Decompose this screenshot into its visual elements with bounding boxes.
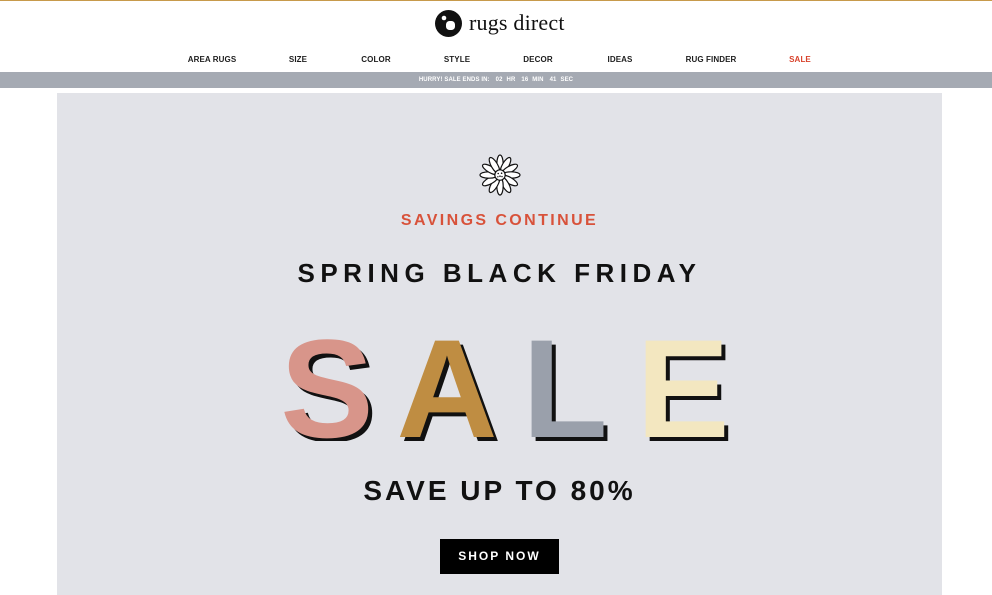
brand-logo-link[interactable]: rugs direct <box>435 10 565 37</box>
sale-letter-l: L <box>522 321 608 441</box>
site-header: rugs direct AREA RUGS SIZE COLOR STYLE D… <box>0 1 992 72</box>
sale-wordmark: S S A A L L E E <box>280 321 733 441</box>
nav-item-sale[interactable]: SALE <box>789 54 811 66</box>
nav-item-area-rugs[interactable]: AREA RUGS <box>188 54 237 66</box>
countdown-seconds: 41 <box>549 77 557 83</box>
nav-item-color[interactable]: COLOR <box>361 54 390 66</box>
shop-now-button[interactable]: SHOP NOW <box>440 539 559 574</box>
countdown-seconds-unit: SEC <box>560 77 574 83</box>
sale-letter-e: E <box>636 321 729 441</box>
nav-item-style[interactable]: STYLE <box>444 54 470 66</box>
hero-headline: SPRING BLACK FRIDAY <box>297 258 702 288</box>
nav-item-size[interactable]: SIZE <box>289 54 307 66</box>
sale-letter-s: S <box>280 321 373 441</box>
hero-banner[interactable]: SAVINGS CONTINUE SPRING BLACK FRIDAY S S… <box>57 93 942 595</box>
sale-letter-a: A <box>396 321 497 441</box>
hero-eyebrow: SAVINGS CONTINUE <box>400 212 599 229</box>
rugs-direct-logo-icon <box>435 10 462 37</box>
brand-name: rugs direct <box>469 10 565 35</box>
sale-countdown-bar: HURRY! SALE ENDS IN: 02 HR 16 MIN 41 SEC <box>0 72 992 88</box>
countdown-minutes-unit: MIN <box>532 77 544 83</box>
nav-item-rug-finder[interactable]: RUG FINDER <box>686 54 737 66</box>
nav-item-ideas[interactable]: IDEAS <box>608 54 633 66</box>
countdown-minutes: 16 <box>521 77 529 83</box>
main-navigation: AREA RUGS SIZE COLOR STYLE DECOR IDEAS R… <box>0 54 992 68</box>
nav-item-decor[interactable]: DECOR <box>523 54 552 66</box>
countdown-hours-unit: HR <box>506 77 516 83</box>
countdown-prefix: HURRY! SALE ENDS IN: <box>418 77 490 83</box>
hero-savings-text: SAVE UP TO 80% <box>363 475 636 506</box>
countdown-hours: 02 <box>495 77 503 83</box>
flower-icon <box>479 154 521 196</box>
